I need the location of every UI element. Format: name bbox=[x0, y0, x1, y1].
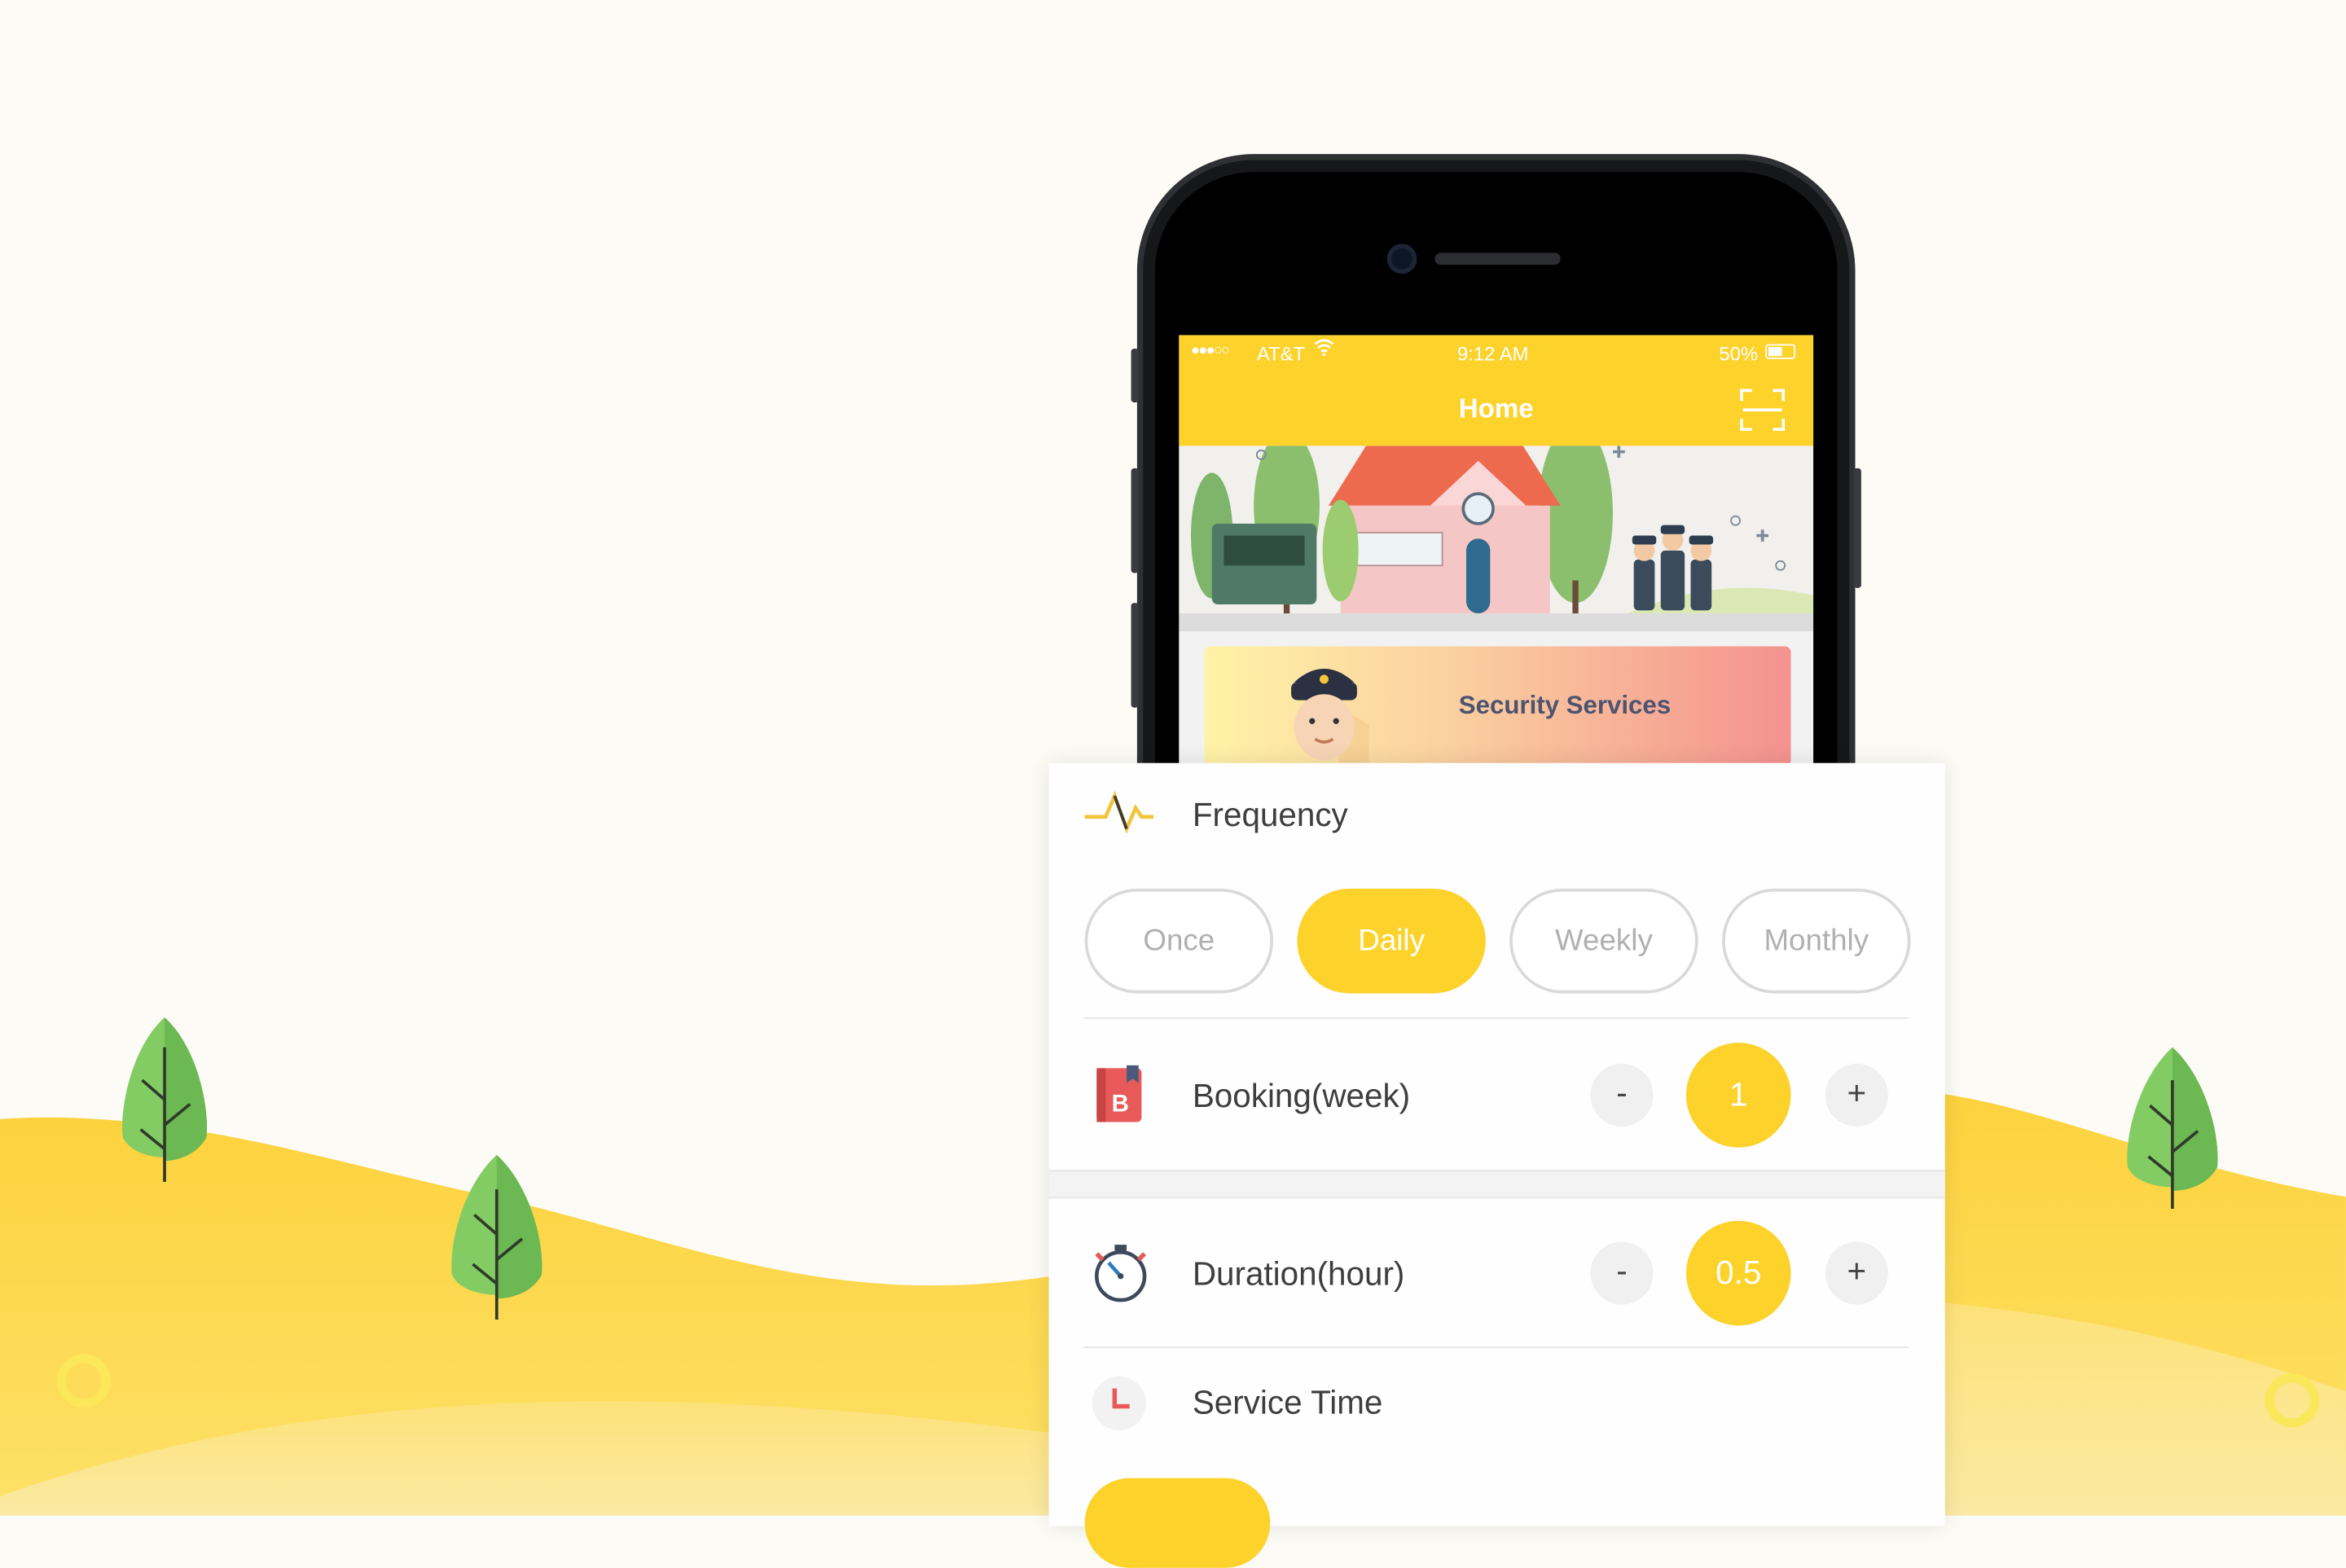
security-services-card[interactable]: Security Services bbox=[1204, 646, 1791, 766]
divider bbox=[1083, 1017, 1909, 1019]
phone-side-button bbox=[1131, 468, 1139, 573]
phone-side-button bbox=[1131, 348, 1139, 403]
wifi-icon bbox=[1314, 338, 1335, 361]
booking-minus-button[interactable]: - bbox=[1590, 1063, 1654, 1127]
speaker-grill bbox=[1434, 253, 1561, 266]
page-title: Home bbox=[1458, 393, 1534, 424]
security-guard-icon bbox=[1291, 669, 1369, 766]
ring-decoration bbox=[56, 1354, 111, 1408]
section-separator bbox=[1048, 1170, 1945, 1199]
signal-icon: ●●●○○ bbox=[1191, 342, 1230, 359]
booking-plus-button[interactable]: + bbox=[1825, 1063, 1888, 1127]
battery-percent: 50% bbox=[1719, 342, 1759, 366]
frequency-label: Frequency bbox=[1192, 796, 1348, 834]
phone-side-button bbox=[1853, 468, 1861, 588]
booking-label: Booking(week) bbox=[1192, 1077, 1411, 1115]
svg-text:B: B bbox=[1112, 1091, 1129, 1118]
booking-value: 1 bbox=[1685, 1043, 1791, 1148]
home-banner-illustration bbox=[1179, 446, 1814, 632]
phone-side-button bbox=[1131, 603, 1139, 708]
book-icon: B bbox=[1096, 1065, 1142, 1122]
booking-panel: Frequency Once Daily Weekly Monthly B Bo… bbox=[1048, 762, 1945, 1568]
duration-value: 0.5 bbox=[1685, 1220, 1791, 1326]
service-card-label: Security Services bbox=[1458, 691, 1672, 720]
service-time-label: Service Time bbox=[1192, 1383, 1383, 1421]
ring-decoration bbox=[2265, 1373, 2319, 1428]
divider bbox=[1083, 1346, 1909, 1348]
stopwatch-icon bbox=[1095, 1245, 1147, 1302]
duration-minus-button[interactable]: - bbox=[1590, 1241, 1654, 1305]
carrier-label: AT&T bbox=[1256, 342, 1306, 366]
nav-bar: Home bbox=[1179, 371, 1814, 446]
frequency-option-monthly[interactable]: Monthly bbox=[1722, 888, 1911, 994]
clock-icon bbox=[1092, 1376, 1146, 1430]
frequency-option-once[interactable]: Once bbox=[1084, 888, 1274, 994]
scan-icon[interactable] bbox=[1740, 389, 1786, 431]
duration-label: Duration(hour) bbox=[1192, 1254, 1405, 1293]
duration-plus-button[interactable]: + bbox=[1825, 1241, 1888, 1305]
frequency-option-daily[interactable]: Daily bbox=[1297, 888, 1486, 994]
submit-button[interactable] bbox=[1084, 1478, 1271, 1568]
pulse-icon bbox=[1084, 790, 1154, 834]
clock-time: 9:12 AM bbox=[1456, 342, 1529, 366]
battery-icon bbox=[1765, 344, 1796, 359]
camera-icon bbox=[1386, 244, 1417, 275]
scene: ●●●○○ AT&T 9:12 AM 50% Home Security Ser… bbox=[0, 0, 2346, 1568]
status-bar: ●●●○○ AT&T 9:12 AM 50% bbox=[1179, 335, 1814, 371]
frequency-option-weekly[interactable]: Weekly bbox=[1509, 888, 1698, 994]
